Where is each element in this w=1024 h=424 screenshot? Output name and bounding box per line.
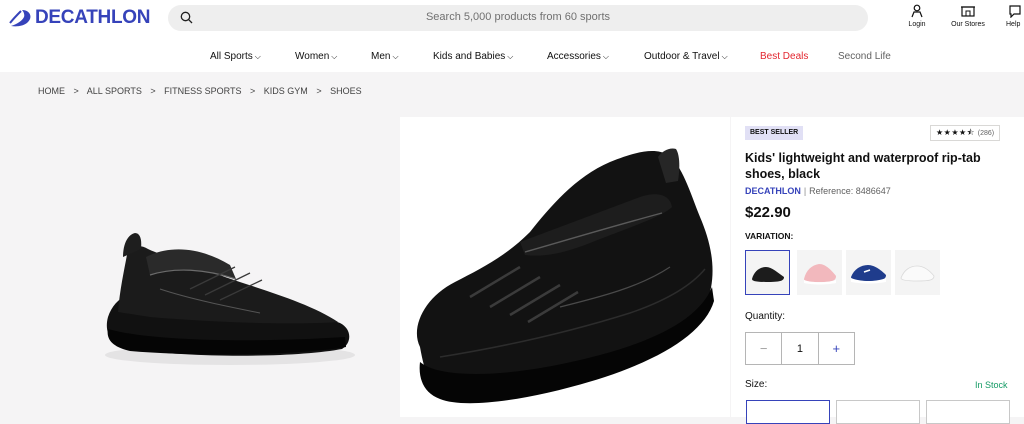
best-seller-badge: BEST SELLER [745, 126, 804, 140]
review-count: (286) [977, 130, 995, 137]
nav-label: Kids and Babies [433, 51, 506, 62]
breadcrumb-fitness-sports[interactable]: FITNESS SPORTS [164, 86, 241, 96]
breadcrumb-separator: > [316, 86, 322, 96]
shoe-thumb-black [752, 267, 784, 282]
breadcrumb-all-sports[interactable]: ALL SPORTS [87, 86, 142, 96]
help-icon [1009, 5, 1021, 18]
search-placeholder[interactable]: Search 5,000 products from 60 sports [168, 11, 868, 23]
shoe-main-image [416, 148, 714, 404]
nav-item-outdoor-travel[interactable]: Outdoor & Travel ⌵ [644, 51, 728, 62]
variation-swatch-navy[interactable] [846, 250, 891, 295]
chevron-down-icon: ⌵ [392, 52, 399, 61]
nav-item-second-life[interactable]: Second Life [838, 51, 891, 62]
shoe-thumb-pink [804, 264, 836, 285]
nav-item-all-sports[interactable]: All Sports ⌵ [210, 51, 261, 62]
chevron-down-icon: ⌵ [331, 52, 338, 61]
breadcrumb-home[interactable]: HOME [38, 86, 65, 96]
chevron-down-icon: ⌵ [602, 52, 609, 61]
nav-label: Outdoor & Travel [644, 51, 720, 62]
shoe-thumb-navy [851, 265, 886, 284]
quantity-label: Quantity: [745, 311, 786, 322]
breadcrumb-separator: > [250, 86, 256, 96]
product-price: $22.90 [745, 204, 791, 221]
help-label: Help [1006, 21, 1021, 28]
breadcrumb-kids-gym[interactable]: KIDS GYM [264, 86, 308, 96]
nav-label: Women [295, 51, 330, 62]
decathlon-logo[interactable]: DECATHLON [8, 7, 150, 29]
variation-swatch-white[interactable] [895, 250, 940, 295]
nav-item-women[interactable]: Women ⌵ [295, 51, 337, 62]
nav-label: Men [371, 51, 391, 62]
quantity-stepper: − 1 + [745, 332, 855, 365]
quantity-increase-button[interactable]: + [819, 333, 854, 364]
breadcrumb-separator: > [73, 86, 79, 96]
nav-label: Accessories [547, 51, 601, 62]
decathlon-logo-icon [9, 10, 31, 27]
variation-swatch-pink[interactable] [797, 250, 842, 295]
product-title: Kids' lightweight and waterproof rip-tab… [745, 151, 981, 181]
site-header: DECATHLON Search 5,000 products from 60 … [0, 0, 1024, 40]
rating-widget[interactable]: ★★★★⯪ (286) [930, 125, 1001, 141]
user-icon [911, 4, 923, 18]
product-image-main[interactable] [400, 117, 730, 417]
login-label: Login [908, 21, 926, 28]
nav-item-kids-and-babies[interactable]: Kids and Babies ⌵ [433, 51, 513, 62]
breadcrumb-separator: > [150, 86, 156, 96]
nav-item-men[interactable]: Men ⌵ [371, 51, 399, 62]
chevron-down-icon: ⌵ [721, 52, 728, 61]
brand-reference-line: DECATHLON | Reference: 8486647 [745, 186, 891, 196]
size-option[interactable] [926, 400, 1010, 424]
separator: | [803, 186, 807, 196]
brand-link[interactable]: DECATHLON [745, 186, 801, 196]
breadcrumb-shoes[interactable]: SHOES [330, 86, 362, 96]
shoe-side-image [105, 233, 355, 365]
size-label: Size: [745, 379, 768, 390]
nav-item-best-deals[interactable]: Best Deals [760, 51, 808, 62]
help-button[interactable]: Help [1006, 4, 1024, 28]
product-info-panel: BEST SELLER ★★★★⯪ (286) Kids' lightweight… [731, 117, 1024, 424]
nav-item-accessories[interactable]: Accessories ⌵ [547, 51, 609, 62]
variation-swatch-black[interactable] [745, 250, 790, 295]
stock-status: In Stock [975, 380, 1008, 390]
quantity-decrease-button[interactable]: − [746, 333, 781, 364]
logo-text: DECATHLON [35, 7, 151, 28]
nav-label: All Sports [210, 51, 253, 62]
store-icon [961, 6, 975, 17]
variation-label: VARIATION: [745, 231, 794, 241]
size-option[interactable] [746, 400, 830, 424]
star-rating-icon: ★★★★⯪ [936, 128, 975, 137]
quantity-input[interactable]: 1 [781, 333, 819, 364]
chevron-down-icon: ⌵ [507, 52, 514, 61]
size-option[interactable] [836, 400, 920, 424]
reference-number: Reference: 8486647 [809, 186, 891, 196]
stores-label: Our Stores [951, 21, 985, 28]
search-bar[interactable]: Search 5,000 products from 60 sports [168, 5, 868, 31]
login-button[interactable]: Login [905, 4, 929, 28]
shoe-thumb-white [900, 265, 935, 282]
main-nav: All Sports ⌵ Women ⌵ Men ⌵ Kids and Babies ⌵… [0, 40, 1024, 72]
product-image-side[interactable] [0, 117, 400, 417]
chevron-down-icon: ⌵ [254, 52, 261, 61]
breadcrumb: HOME > ALL SPORTS > FITNESS SPORTS > KID… [38, 86, 368, 96]
stores-button[interactable]: Our Stores [949, 4, 987, 28]
